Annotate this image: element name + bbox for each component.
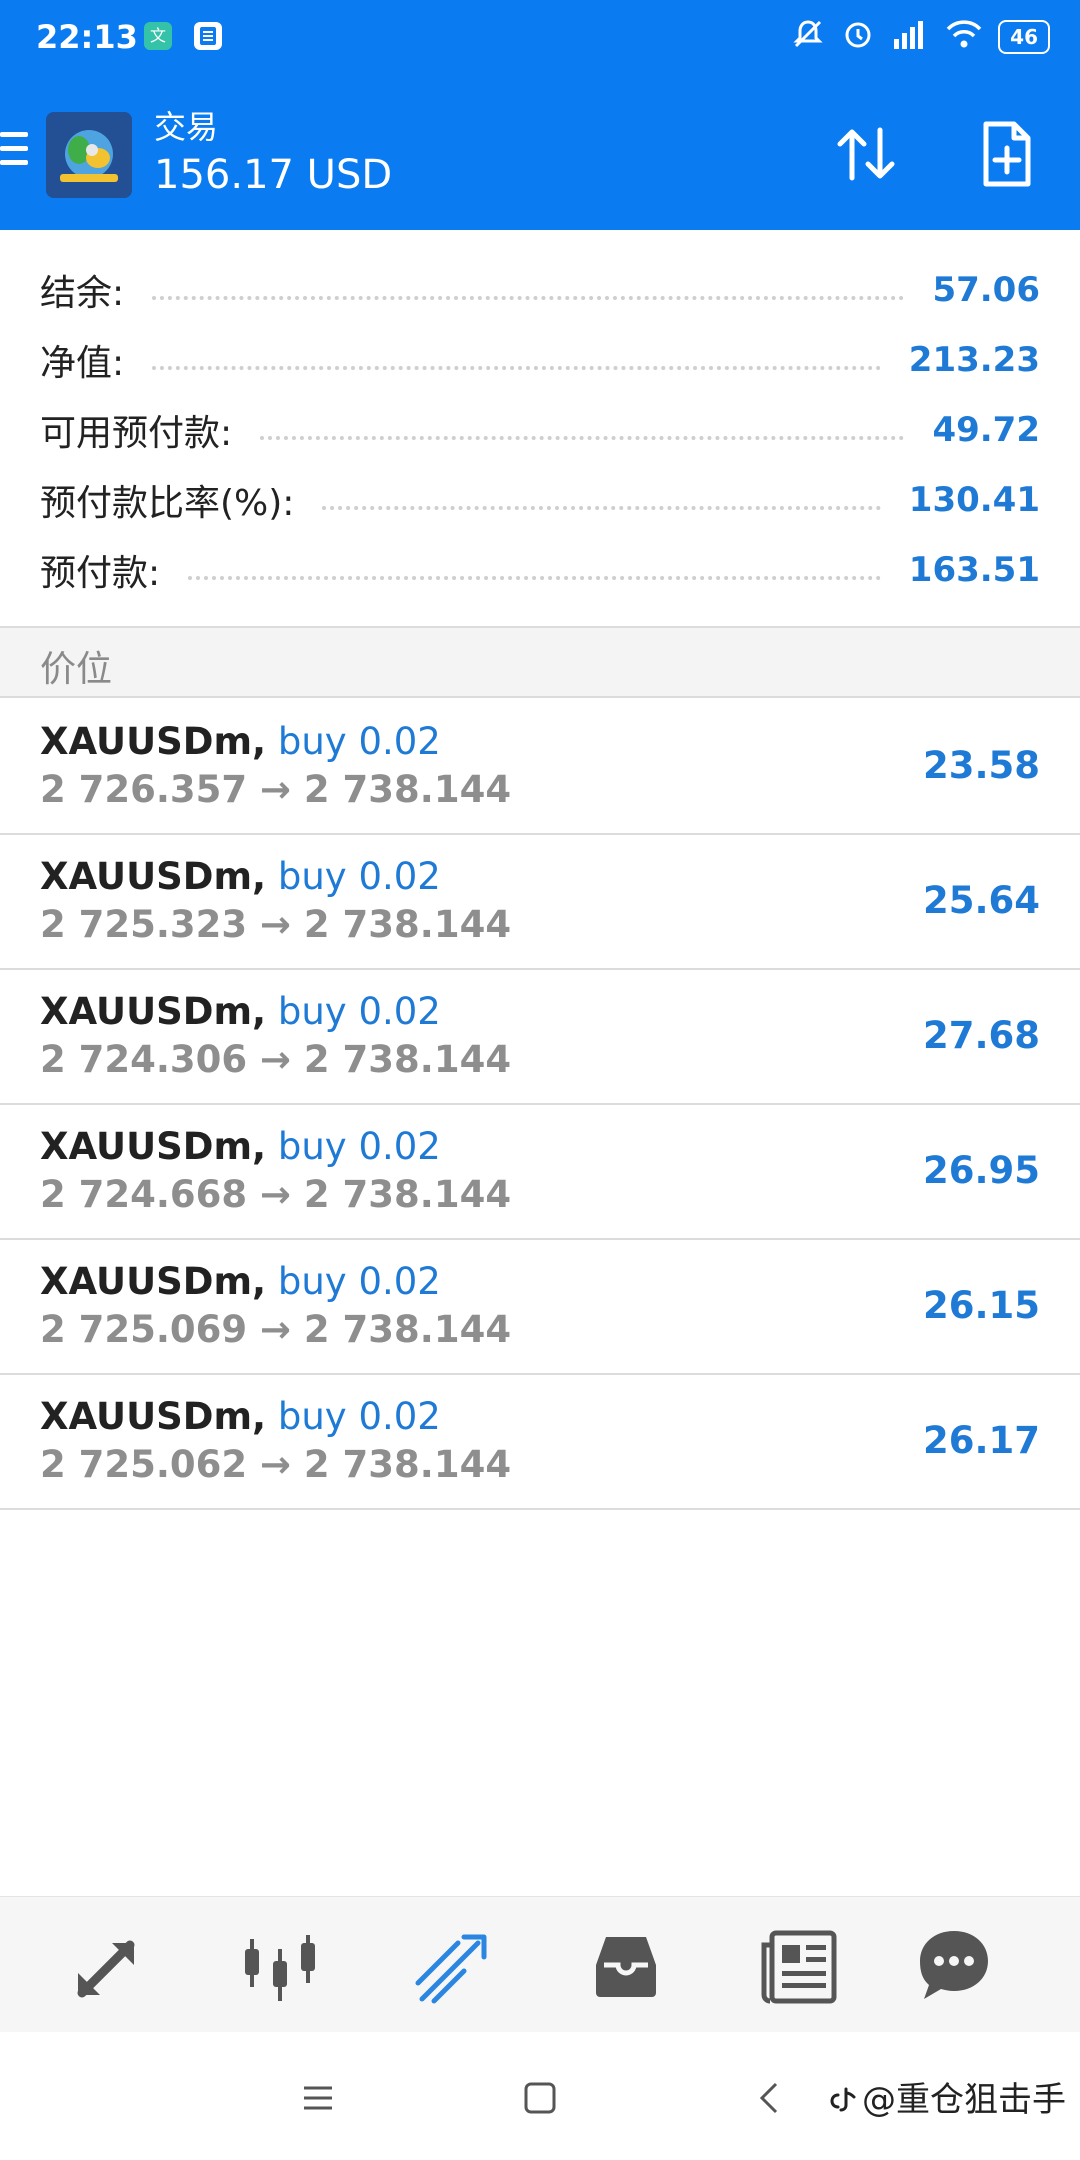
header-balance: 156.17 USD <box>154 152 393 198</box>
position-profit: 26.17 <box>922 1419 1040 1462</box>
position-row[interactable]: XAUUSDm, buy 0.02 2 725.323 → 2 738.144 … <box>0 835 1080 970</box>
sort-button[interactable] <box>826 114 906 194</box>
back-chevron-icon <box>759 2082 778 2114</box>
summary-value: 163.51 <box>908 550 1040 590</box>
position-type: buy 0.02 <box>277 1395 441 1438</box>
position-type: buy 0.02 <box>277 855 441 898</box>
summary-row-margin-level: 预付款比率(%): 130.41 <box>40 470 1040 530</box>
position-prices: 2 725.323 → 2 738.144 <box>40 903 512 946</box>
summary-row-equity: 净值: 213.23 <box>40 330 1040 390</box>
position-type: buy 0.02 <box>277 990 441 1033</box>
position-prices: 2 725.069 → 2 738.144 <box>40 1308 512 1351</box>
summary-value: 57.06 <box>932 270 1040 310</box>
position-profit: 25.64 <box>922 879 1040 922</box>
position-prices: 2 724.306 → 2 738.144 <box>40 1038 512 1081</box>
position-symbol: XAUUSDm, <box>40 1395 267 1438</box>
position-profit: 23.58 <box>922 744 1040 787</box>
alarm-icon <box>840 16 876 58</box>
summary-row-balance: 结余: 57.06 <box>40 260 1040 320</box>
position-prices: 2 726.357 → 2 738.144 <box>40 768 512 811</box>
tab-messages[interactable] <box>906 1921 1002 2011</box>
position-profit: 26.95 <box>922 1149 1040 1192</box>
position-row[interactable]: XAUUSDm, buy 0.02 2 724.668 → 2 738.144 … <box>0 1105 1080 1240</box>
position-profit: 26.15 <box>922 1284 1040 1327</box>
position-row[interactable]: XAUUSDm, buy 0.02 2 725.062 → 2 738.144 … <box>0 1375 1080 1510</box>
positions-section-header: 价位 <box>0 628 1080 698</box>
status-icons: 46 <box>790 16 1050 58</box>
position-profit: 27.68 <box>922 1014 1040 1057</box>
news-icon <box>761 1930 837 2004</box>
tab-history[interactable] <box>578 1921 674 2011</box>
menu-lines-icon <box>304 2086 332 2110</box>
tab-quotes[interactable] <box>60 1921 156 2011</box>
position-symbol: XAUUSDm, <box>40 1125 267 1168</box>
summary-row-margin: 预付款: 163.51 <box>40 540 1040 600</box>
watermark-logo-icon <box>830 2087 856 2112</box>
position-prices: 2 724.668 → 2 738.144 <box>40 1173 512 1216</box>
summary-label: 预付款比率(%): <box>40 483 295 524</box>
history-icon <box>596 1937 656 1997</box>
summary-value: 49.72 <box>932 410 1040 450</box>
menu-icon[interactable] <box>0 132 28 172</box>
battery-indicator: 46 <box>998 20 1050 54</box>
summary-row-free-margin: 可用预付款: 49.72 <box>40 400 1040 460</box>
nav-back-button[interactable] <box>740 2068 800 2128</box>
position-symbol: XAUUSDm, <box>40 720 267 763</box>
notes-app-icon <box>194 22 222 50</box>
position-type: buy 0.02 <box>277 1125 441 1168</box>
watermark: @重仓狙击手 <box>828 2072 1066 2121</box>
tab-chart[interactable] <box>232 1921 328 2011</box>
position-row[interactable]: XAUUSDm, buy 0.02 2 725.069 → 2 738.144 … <box>0 1240 1080 1375</box>
metatrader-logo-icon <box>46 112 132 198</box>
summary-label: 结余: <box>40 273 125 314</box>
status-bar: 22:13 文 46 <box>0 0 1080 78</box>
nav-menu-button[interactable] <box>288 2068 348 2128</box>
summary-value: 213.23 <box>908 340 1040 380</box>
trade-icon <box>415 1934 487 2004</box>
summary-value: 130.41 <box>908 480 1040 520</box>
nav-home-button[interactable] <box>510 2068 570 2128</box>
summary-label: 可用预付款: <box>40 413 233 454</box>
system-nav-bar: @重仓狙击手 <box>0 2032 1080 2160</box>
mute-icon <box>790 16 826 58</box>
quotes-icon <box>77 1940 135 1998</box>
page-title: 交易 <box>154 108 219 146</box>
watermark-text: @重仓狙击手 <box>862 2080 1066 2120</box>
chart-icon <box>245 1935 315 2001</box>
summary-label: 净值: <box>40 343 125 384</box>
summary-label: 预付款: <box>40 553 161 594</box>
position-type: buy 0.02 <box>277 720 441 763</box>
position-symbol: XAUUSDm, <box>40 1260 267 1303</box>
tab-news[interactable] <box>752 1921 848 2011</box>
tab-trade[interactable] <box>404 1921 500 2011</box>
wifi-icon <box>944 17 984 57</box>
position-row[interactable]: XAUUSDm, buy 0.02 2 726.357 → 2 738.144 … <box>0 700 1080 835</box>
status-time: 22:13 <box>36 18 138 56</box>
section-title: 价位 <box>40 649 113 690</box>
position-type: buy 0.02 <box>277 1260 441 1303</box>
position-row[interactable]: XAUUSDm, buy 0.02 2 724.306 → 2 738.144 … <box>0 970 1080 1105</box>
home-square-icon <box>524 2082 556 2114</box>
new-order-button[interactable] <box>966 114 1046 194</box>
signal-icon <box>890 17 930 57</box>
position-symbol: XAUUSDm, <box>40 855 267 898</box>
translate-app-icon: 文 <box>144 22 172 50</box>
messages-icon <box>920 1931 988 1999</box>
account-summary: 结余: 57.06 净值: 213.23 可用预付款: 49.72 预付款比率(… <box>0 230 1080 628</box>
position-symbol: XAUUSDm, <box>40 990 267 1033</box>
bottom-tab-bar <box>0 1896 1080 2032</box>
app-header: 交易 156.17 USD <box>0 78 1080 230</box>
position-prices: 2 725.062 → 2 738.144 <box>40 1443 512 1486</box>
